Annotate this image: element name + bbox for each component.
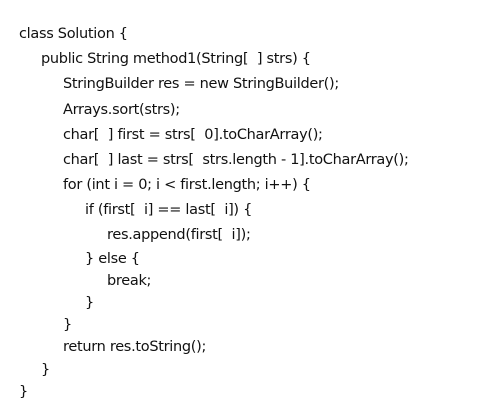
- code-line-16: }: [19, 384, 28, 400]
- code-line-5: char[ ] first = strs[ 0].toCharArray();: [63, 127, 323, 143]
- code-line-6: char[ ] last = strs[ strs.length - 1].to…: [63, 152, 409, 168]
- code-line-10: } else {: [85, 251, 140, 267]
- code-line-15: }: [41, 362, 50, 378]
- code-line-12: }: [85, 295, 94, 311]
- code-line-14: return res.toString();: [63, 339, 207, 355]
- code-line-13: }: [63, 317, 72, 333]
- code-line-7: for (int i = 0; i < first.length; i++) {: [63, 177, 311, 193]
- code-snippet: class Solution { public String method1(S…: [0, 0, 484, 418]
- code-line-11: break;: [107, 273, 152, 289]
- code-line-8: if (first[ i] == last[ i]) {: [85, 202, 253, 218]
- code-line-9: res.append(first[ i]);: [107, 227, 251, 243]
- code-line-1: class Solution {: [19, 26, 128, 42]
- code-line-3: StringBuilder res = new StringBuilder();: [63, 76, 339, 92]
- code-line-4: Arrays.sort(strs);: [63, 102, 180, 118]
- code-line-2: public String method1(String[ ] strs) {: [41, 51, 311, 67]
